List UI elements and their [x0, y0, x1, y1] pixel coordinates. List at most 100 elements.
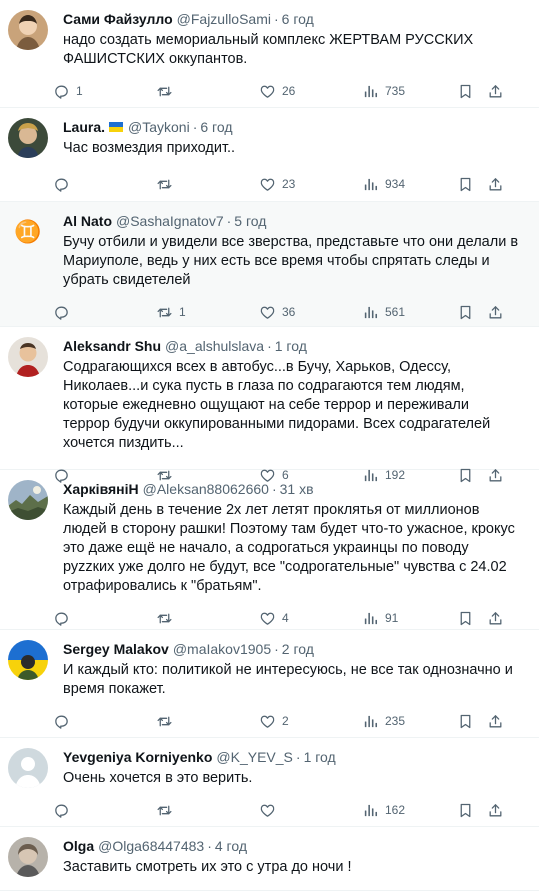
views-icon — [362, 802, 379, 819]
user-handle[interactable]: @Aleksan88062660 — [143, 479, 269, 499]
bookmark-button[interactable] — [457, 713, 487, 730]
retweet-icon — [156, 802, 173, 819]
bookmark-button[interactable] — [457, 304, 487, 321]
user-handle[interactable]: @K_YEV_S — [216, 747, 292, 767]
reply-button[interactable] — [53, 610, 156, 627]
bookmark-button[interactable] — [457, 176, 487, 193]
display-name[interactable]: Al Nato — [63, 211, 112, 231]
views-button[interactable]: 162 — [362, 802, 457, 819]
reply-button[interactable] — [53, 304, 156, 321]
views-icon — [362, 83, 379, 100]
user-handle[interactable]: @SashaIgnatov7 — [116, 211, 224, 231]
reply-tweet[interactable]: Olga @Olga68447483 · 4 год Заставить смо… — [0, 827, 539, 891]
timestamp[interactable]: 6 год — [282, 9, 314, 29]
like-count: 4 — [282, 611, 289, 625]
avatar[interactable] — [8, 10, 48, 50]
heart-icon — [259, 802, 276, 819]
timestamp[interactable]: 2 год — [282, 639, 314, 659]
retweet-button[interactable] — [156, 802, 259, 819]
display-name[interactable]: Sergey Malakov — [63, 639, 169, 659]
retweet-button[interactable] — [156, 713, 259, 730]
bookmark-icon — [457, 176, 474, 193]
like-button[interactable]: 26 — [259, 83, 362, 100]
retweet-button[interactable]: 1 — [156, 304, 259, 321]
avatar[interactable] — [8, 118, 48, 158]
retweet-button[interactable] — [156, 610, 259, 627]
like-button[interactable]: 23 — [259, 176, 362, 193]
display-name[interactable]: Сами Файзулло — [63, 9, 173, 29]
view-count: 561 — [385, 305, 406, 319]
avatar[interactable] — [8, 837, 48, 877]
views-button[interactable]: 735 — [362, 83, 457, 100]
share-button[interactable] — [487, 304, 511, 321]
views-icon — [362, 304, 379, 321]
share-button[interactable] — [487, 176, 511, 193]
reply-tweet[interactable]: ХарківяніН @Aleksan88062660 · 31 хв Кажд… — [0, 470, 539, 630]
tweet-header: Сами Файзулло @FajzulloSami · 6 год — [63, 8, 527, 30]
like-button[interactable] — [259, 802, 362, 819]
user-handle[interactable]: @Olga68447483 — [98, 836, 204, 856]
user-handle[interactable]: @a_alshulslava — [165, 336, 264, 356]
user-handle[interactable]: @maIakov1905 — [173, 639, 271, 659]
bookmark-icon — [457, 304, 474, 321]
reply-tweet[interactable]: Yevgeniya Korniyenko @K_YEV_S · 1 год Оч… — [0, 738, 539, 827]
reply-button[interactable]: 1 — [53, 83, 156, 100]
action-bar: 2 235 — [53, 703, 527, 739]
share-button[interactable] — [487, 713, 511, 730]
timestamp[interactable]: 5 год — [234, 211, 266, 231]
heart-icon — [259, 83, 276, 100]
views-button[interactable]: 934 — [362, 176, 457, 193]
retweet-icon — [156, 83, 173, 100]
reply-button[interactable] — [53, 802, 156, 819]
views-button[interactable]: 235 — [362, 713, 457, 730]
retweet-button[interactable] — [156, 83, 259, 100]
reply-tweet[interactable]: Сами Файзулло @FajzulloSami · 6 год надо… — [0, 0, 539, 108]
like-count: 2 — [282, 714, 289, 728]
timestamp[interactable]: 4 год — [215, 836, 247, 856]
bookmark-button[interactable] — [457, 83, 487, 100]
action-bar: 23 934 — [53, 166, 527, 202]
bookmark-button[interactable] — [457, 802, 487, 819]
share-button[interactable] — [487, 610, 511, 627]
display-name[interactable]: ХарківяніН — [63, 479, 139, 499]
avatar[interactable] — [8, 748, 48, 788]
reply-tweet[interactable]: ♊ Al Nato @SashaIgnatov7 · 5 год Бучу от… — [0, 202, 539, 327]
timestamp[interactable]: 1 год — [275, 336, 307, 356]
bookmark-icon — [457, 802, 474, 819]
reply-tweet[interactable]: Laura. @Taykoni · 6 год Час возмездия пр… — [0, 108, 539, 202]
views-button[interactable]: 91 — [362, 610, 457, 627]
reply-button[interactable] — [53, 176, 156, 193]
like-count: 26 — [282, 84, 296, 98]
like-button[interactable]: 2 — [259, 713, 362, 730]
avatar[interactable] — [8, 480, 48, 520]
views-button[interactable]: 561 — [362, 304, 457, 321]
like-button[interactable]: 4 — [259, 610, 362, 627]
like-button[interactable]: 36 — [259, 304, 362, 321]
avatar[interactable]: ♊ — [8, 212, 48, 252]
timestamp[interactable]: 31 хв — [280, 479, 314, 499]
reply-tweet[interactable]: Sergey Malakov @maIakov1905 · 2 год И ка… — [0, 630, 539, 738]
tweet-header: Laura. @Taykoni · 6 год — [63, 116, 527, 138]
svg-text:♊: ♊ — [14, 219, 41, 245]
timestamp[interactable]: 1 год — [304, 747, 336, 767]
like-count: 36 — [282, 305, 296, 319]
retweet-button[interactable] — [156, 176, 259, 193]
display-name[interactable]: Aleksandr Shu — [63, 336, 161, 356]
display-name[interactable]: Yevgeniya Korniyenko — [63, 747, 212, 767]
reply-button[interactable] — [53, 713, 156, 730]
user-handle[interactable]: @Taykoni — [128, 117, 190, 137]
avatar[interactable] — [8, 640, 48, 680]
reply-tweet[interactable]: Aleksandr Shu @a_alshulslava · 1 год Сод… — [0, 327, 539, 470]
bookmark-button[interactable] — [457, 610, 487, 627]
display-name[interactable]: Laura. — [63, 117, 105, 137]
view-count: 735 — [385, 84, 406, 98]
display-name[interactable]: Olga — [63, 836, 94, 856]
separator: · — [295, 749, 301, 765]
share-icon — [487, 176, 504, 193]
share-button[interactable] — [487, 83, 511, 100]
heart-icon — [259, 610, 276, 627]
avatar[interactable] — [8, 337, 48, 377]
timestamp[interactable]: 6 год — [200, 117, 232, 137]
user-handle[interactable]: @FajzulloSami — [177, 9, 271, 29]
share-button[interactable] — [487, 802, 511, 819]
